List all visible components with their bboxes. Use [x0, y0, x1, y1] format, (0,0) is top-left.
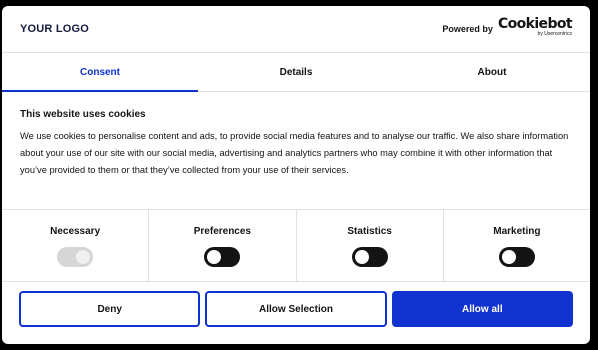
category-label: Statistics	[347, 226, 392, 237]
necessary-toggle	[57, 247, 94, 267]
content-description: We use cookies to personalise content an…	[20, 131, 569, 175]
tab-bar: Consent Details About	[2, 53, 590, 92]
category-label: Marketing	[493, 226, 541, 237]
consent-content: This website uses cookies We use cookies…	[2, 92, 590, 209]
category-necessary: Necessary	[2, 210, 150, 281]
statistics-toggle[interactable]	[351, 247, 388, 267]
toggle-knob	[76, 250, 91, 264]
deny-button[interactable]: Deny	[19, 291, 201, 327]
toggle-knob	[501, 250, 516, 264]
preferences-toggle[interactable]	[204, 247, 241, 267]
category-label: Necessary	[50, 226, 101, 237]
cookie-consent-dialog: YOUR LOGO Powered by Cookiebot by Userce…	[2, 6, 590, 344]
toggle-knob	[207, 250, 222, 264]
tab-consent[interactable]: Consent	[2, 53, 198, 92]
powered-by-cookiebot[interactable]: Powered by Cookiebot by Usercentrics	[442, 17, 572, 37]
category-marketing: Marketing	[444, 210, 590, 281]
toggle-knob	[354, 250, 369, 264]
site-logo: YOUR LOGO	[20, 23, 90, 35]
dialog-header: YOUR LOGO Powered by Cookiebot by Userce…	[2, 6, 590, 53]
tab-details[interactable]: Details	[198, 53, 394, 91]
allow-selection-button[interactable]: Allow Selection	[205, 291, 387, 327]
cookiebot-brand-sub: by Usercentrics	[537, 31, 572, 37]
allow-all-button[interactable]: Allow all	[391, 291, 573, 327]
tab-about[interactable]: About	[394, 53, 590, 91]
category-statistics: Statistics	[297, 210, 444, 281]
powered-by-label: Powered by	[442, 23, 493, 34]
category-preferences: Preferences	[149, 210, 297, 281]
cookie-categories: Necessary Preferences Statistics Marketi…	[2, 209, 590, 282]
cookiebot-brand-name: Cookiebot	[497, 16, 573, 32]
marketing-toggle[interactable]	[498, 247, 535, 267]
action-buttons: Deny Allow Selection Allow all	[19, 291, 573, 329]
cookiebot-logo: Cookiebot by Usercentrics	[497, 16, 573, 37]
content-title: This website uses cookies	[20, 109, 146, 120]
category-label: Preferences	[193, 226, 251, 237]
